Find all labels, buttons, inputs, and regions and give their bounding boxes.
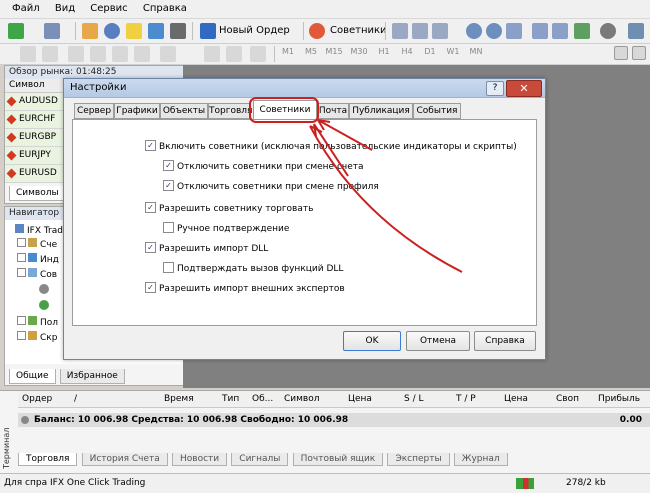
balance-row: Баланс: 10 006.98 Средства: 10 006.98 Св… [18, 413, 650, 427]
column-header[interactable]: Тип [222, 394, 239, 404]
tab-journal[interactable]: Журнал [453, 453, 508, 466]
column-header[interactable]: Символ [284, 394, 320, 404]
tab-trade[interactable]: Торговля [18, 453, 78, 466]
tab-signals[interactable]: Сигналы [231, 453, 289, 466]
column-header[interactable]: T / P [456, 394, 476, 404]
terminal-label: Терминал [2, 427, 11, 469]
column-header[interactable]: / [74, 394, 77, 404]
annotation-tab-highlight [249, 97, 319, 123]
column-header[interactable]: Цена [504, 394, 528, 404]
annotation-arrow-1 [317, 119, 373, 151]
status-traffic: 278/2 kb [566, 478, 606, 488]
column-header[interactable]: Прибыль [598, 394, 640, 404]
balance-profit: 0.00 [619, 415, 642, 425]
terminal-panel: Терминал Ордер / Время Тип Об... Символ … [0, 390, 650, 474]
tab-experts[interactable]: Эксперты [387, 453, 450, 466]
column-header[interactable]: Цена [348, 394, 372, 404]
column-header[interactable]: S / L [404, 394, 423, 404]
orders-table-header: Ордер / Время Тип Об... Символ Цена S / … [18, 391, 650, 408]
status-profile: IFX One Click Trading [50, 478, 146, 488]
status-help: Для спра [4, 478, 48, 488]
annotation-arrow-2 [313, 123, 349, 177]
balance-icon [21, 416, 29, 424]
column-header[interactable]: Ордер [22, 394, 52, 404]
tab-account-history[interactable]: История Счета [81, 453, 168, 466]
tab-mailbox[interactable]: Почтовый ящик [292, 453, 384, 466]
terminal-tabs: Торговля История Счета Новости Сигналы П… [18, 453, 509, 469]
tab-news[interactable]: Новости [171, 453, 228, 466]
balance-text: Баланс: 10 006.98 Средства: 10 006.98 Св… [34, 415, 349, 425]
status-bar: Для спра IFX One Click Trading 278/2 kb [0, 473, 650, 493]
connection-icon [516, 478, 534, 489]
column-header[interactable]: Об... [252, 394, 273, 404]
annotation-arrow-3 [309, 125, 463, 273]
column-header[interactable]: Время [164, 394, 194, 404]
column-header[interactable]: Своп [556, 394, 579, 404]
